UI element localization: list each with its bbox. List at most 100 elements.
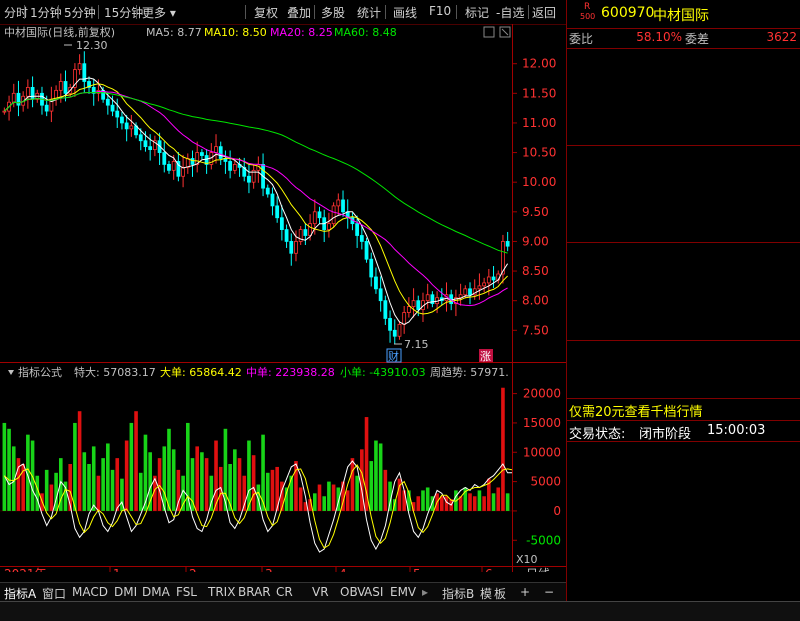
tab-right-2[interactable]: 板 <box>494 585 506 602</box>
candle-body <box>491 276 496 281</box>
tab-cr[interactable]: CR <box>276 585 293 599</box>
toolbar-tongji-button[interactable]: 统计 <box>357 4 381 21</box>
stat-row-1 <box>567 244 800 262</box>
tab-right-3[interactable]: + <box>520 585 530 599</box>
tab-emv[interactable]: EMV <box>390 585 416 599</box>
indicator-legend-2: 大单: 65864.42 <box>160 365 242 379</box>
flow-bar <box>171 449 176 511</box>
tab-brar[interactable]: BRAR <box>238 585 271 599</box>
flow-bar <box>2 422 7 511</box>
candle-body <box>336 199 341 207</box>
flow-bar <box>233 449 237 511</box>
candle-body <box>129 125 134 130</box>
toolbar-f10-button[interactable]: F10 <box>429 4 451 18</box>
toolbar-separator <box>385 5 386 19</box>
flow-bar <box>106 443 110 511</box>
candle-body <box>171 161 176 171</box>
tab-dmi[interactable]: DMI <box>114 585 137 599</box>
tab-obv[interactable]: OBV <box>340 585 366 599</box>
toolbar-diejia-button[interactable]: 叠加 <box>287 4 311 21</box>
tab-right-4[interactable]: − <box>544 585 554 599</box>
candle-body <box>486 276 491 284</box>
tab-asi[interactable]: ASI <box>364 585 383 599</box>
price-tick-label: 10.00 <box>522 175 556 189</box>
tab-scroll-arrow-icon[interactable]: ▸ <box>422 585 428 599</box>
toolbar-duogu-button[interactable]: 多股 <box>321 4 345 21</box>
bids-row-2[interactable] <box>567 165 800 183</box>
flow-bar <box>294 461 298 511</box>
candle-body <box>294 241 298 254</box>
asks-row-2[interactable] <box>567 68 800 86</box>
bids-row-3[interactable] <box>567 185 800 203</box>
flow-bar <box>157 458 162 511</box>
candle-body <box>110 104 115 112</box>
toolbar-more-button[interactable]: 更多 ▾ <box>142 4 176 21</box>
flow-bar <box>345 490 350 511</box>
main-legend-1: MA5: 8.77 <box>146 26 202 39</box>
candle-body <box>303 229 308 236</box>
chart-area[interactable]: 7.50 8.00 8.50 9.00 9.50 10.00 10.50 11.00 11.50… <box>0 24 566 572</box>
flow-bar <box>496 487 501 511</box>
tab-fsl[interactable]: FSL <box>176 585 197 599</box>
tab-right-1[interactable]: 模 <box>480 585 492 602</box>
flow-bar <box>501 387 505 511</box>
candle-body <box>115 110 120 118</box>
candle-body <box>124 122 129 130</box>
tab-窗口[interactable]: 窗口 <box>42 585 66 602</box>
toolbar-fuquan-button[interactable]: 复权 <box>254 4 278 21</box>
stock-header: R 500 600970 中材国际 <box>580 2 709 24</box>
candle-body <box>355 223 360 236</box>
asks-row-3[interactable] <box>567 88 800 106</box>
month-label: 4 <box>339 567 347 572</box>
fin-row-3 <box>567 380 800 398</box>
ma20-line <box>4 90 508 307</box>
toolbar-biaoji-button[interactable]: 标记 <box>465 4 489 21</box>
flow-bar <box>195 446 200 511</box>
indicator-tab-bar: 指标A 窗口 MACD DMI DMA FSL TRIX BRAR CR VR OBV ASI EMV 指… <box>0 582 566 601</box>
bids-row-4[interactable] <box>567 204 800 222</box>
candle-body <box>308 223 312 236</box>
flow-bar <box>265 472 270 511</box>
ind-tick-label: 10000 <box>523 445 561 459</box>
trade-status: 闭市阶段 <box>639 427 692 442</box>
candle-body <box>312 211 317 225</box>
weibi-value: 58.10% <box>636 30 682 44</box>
flow-bar <box>176 469 181 511</box>
asks-row-4[interactable] <box>567 107 800 125</box>
bids-row-1[interactable] <box>567 146 800 164</box>
tab-指标a[interactable]: 指标A <box>4 585 36 602</box>
ind-tick-label: 5000 <box>530 475 561 489</box>
toolbar-huaxian-button[interactable]: 画线 <box>393 4 417 21</box>
tab-right-0[interactable]: 指标B <box>442 585 474 602</box>
tab-dma[interactable]: DMA <box>142 585 170 599</box>
tab-macd[interactable]: MACD <box>72 585 108 599</box>
toolbar-fanhui-button[interactable]: 返回 <box>532 4 556 21</box>
flow-bar <box>298 487 303 511</box>
promo-banner[interactable]: 仅需20元查看千档行情 <box>567 400 800 420</box>
month-label: 1 <box>113 567 121 572</box>
flow-bar <box>110 469 115 511</box>
candle-body <box>63 81 68 94</box>
asks-row-1[interactable] <box>567 49 800 67</box>
month-label: 2 <box>189 567 197 572</box>
flow-bar <box>115 458 120 511</box>
toolbar-5min-button[interactable]: 5分钟 <box>64 4 96 21</box>
stat-row-2 <box>567 263 800 281</box>
bids-row-5[interactable] <box>567 224 800 242</box>
flow-bar <box>200 452 204 511</box>
toolbar-zixuan-button[interactable]: -自选 <box>496 4 524 21</box>
trade-status-row: 交易状态: 闭市阶段 15:00:03 <box>569 423 766 442</box>
badge-500: 500 <box>580 12 596 21</box>
candle-body <box>369 258 374 278</box>
tab-vr[interactable]: VR <box>312 585 329 599</box>
asks-row-5[interactable] <box>567 127 800 145</box>
candle-body <box>411 300 416 308</box>
candle-body <box>232 164 237 171</box>
tab-trix[interactable]: TRIX <box>208 585 235 599</box>
toolbar-1min-button[interactable]: 1分钟 <box>30 4 62 21</box>
candle-body <box>162 152 167 165</box>
toolbar-15min-button[interactable]: 15分钟 <box>104 4 143 21</box>
flow-bar <box>322 496 327 511</box>
candle-body <box>374 276 378 290</box>
candle-body <box>218 146 223 159</box>
